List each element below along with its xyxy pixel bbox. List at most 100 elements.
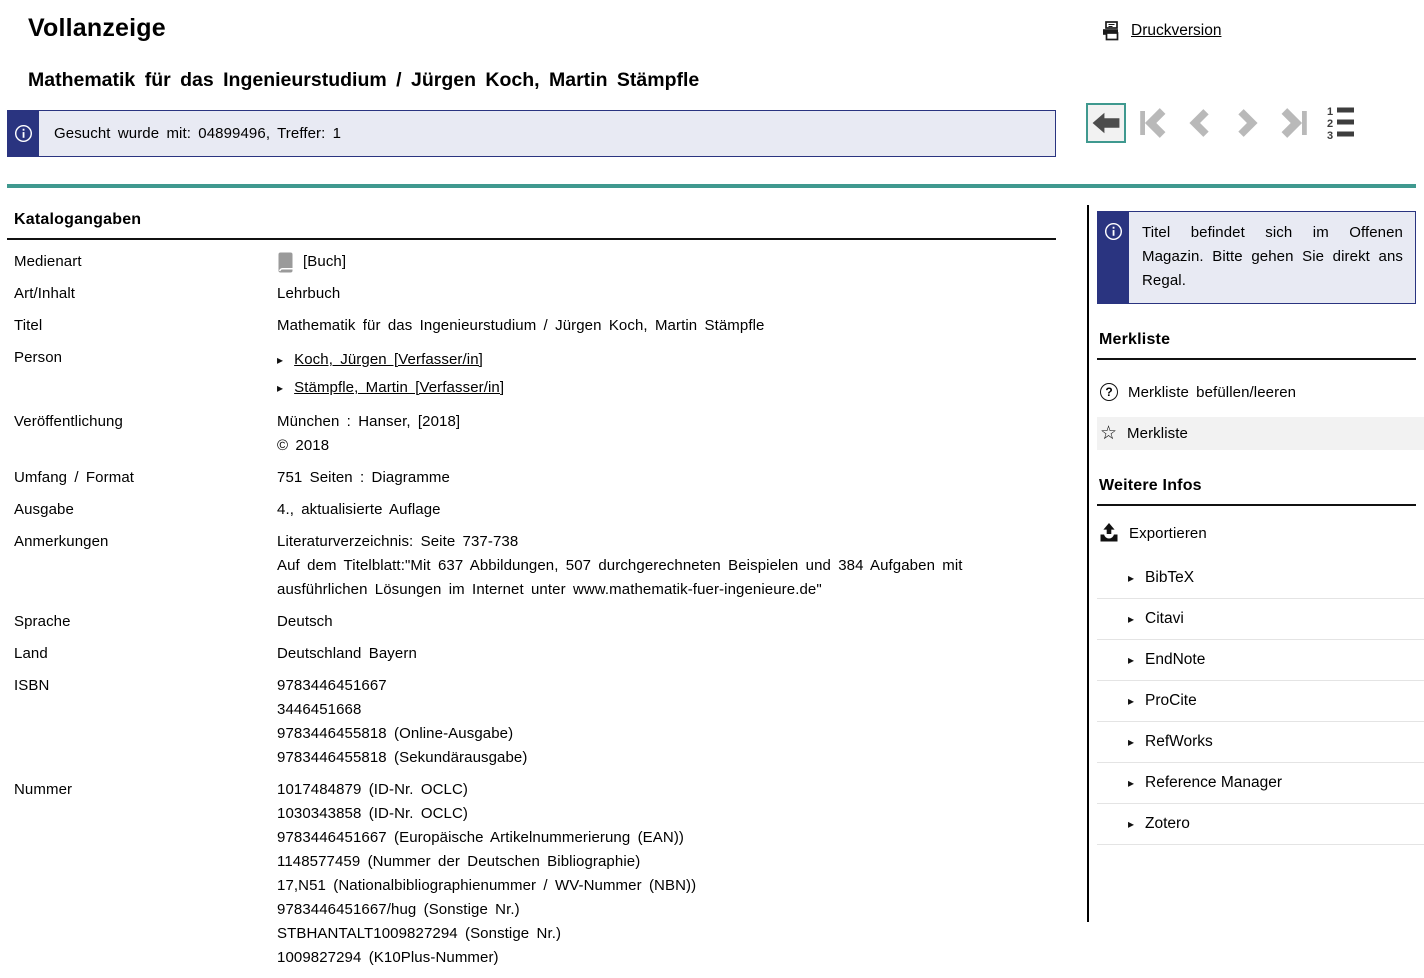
value-text: Literaturverzeichnis: Seite 737-738 xyxy=(277,533,518,550)
catalog-row: Umfang / Format751 Seiten : Diagramme xyxy=(14,466,1056,490)
export-item-label: Citavi xyxy=(1145,610,1184,628)
first-page-icon xyxy=(1137,106,1169,140)
value-text: 17,N51 (Nationalbibliographienummer / WV… xyxy=(277,877,696,894)
field-value: ▸ Koch, Jürgen [Verfasser/in] ▸ Stämpfle, M… xyxy=(277,346,1056,402)
notice-stripe xyxy=(8,111,39,156)
field-value: 9783446451667 3446451668 9783446455818 (On… xyxy=(277,674,1056,770)
book-icon xyxy=(277,252,294,273)
field-label: Nummer xyxy=(14,778,277,970)
location-notice: Titel befindet sich im Offenen Magazin. … xyxy=(1097,211,1416,304)
export-item-procite[interactable]: ▸ProCite xyxy=(1097,681,1424,722)
record-navigation-toolbar: 1 2 3 xyxy=(1086,103,1361,143)
field-value: Literaturverzeichnis: Seite 737-738 Auf d… xyxy=(277,530,1056,602)
location-notice-text: Titel befindet sich im Offenen Magazin. … xyxy=(1129,212,1415,303)
catalog-rows: Medienart [Buch]Art/InhaltLehrbuchTitelM… xyxy=(7,240,1056,970)
previous-record-button[interactable] xyxy=(1180,103,1220,143)
triangle-bullet-icon: ▸ xyxy=(1128,653,1134,667)
catalog-row: SpracheDeutsch xyxy=(14,610,1056,634)
triangle-bullet-icon: ▸ xyxy=(277,346,283,374)
field-label: Veröffentlichung xyxy=(14,410,277,458)
svg-text:3: 3 xyxy=(1327,130,1333,141)
weitere-infos-heading: Weitere Infos xyxy=(1097,471,1416,506)
triangle-bullet-icon: ▸ xyxy=(1128,776,1134,790)
value-text: 9783446455818 (Sekundärausgabe) xyxy=(277,749,527,766)
field-label: Titel xyxy=(14,314,277,338)
value-text: 9783446455818 (Online-Ausgabe) xyxy=(277,725,513,742)
field-value: München : Hanser, [2018]© 2018 xyxy=(277,410,1056,458)
value-text: 3446451668 xyxy=(277,701,361,718)
field-label: Sprache xyxy=(14,610,277,634)
catalog-row: Nummer1017484879 (ID-Nr. OCLC)1030343858… xyxy=(14,778,1056,970)
value-text: Auf dem Titelblatt:"Mit 637 Abbildungen,… xyxy=(277,557,963,598)
export-item-label: BibTeX xyxy=(1145,569,1194,587)
export-button[interactable]: Exportieren xyxy=(1097,506,1416,551)
export-item-endnote[interactable]: ▸EndNote xyxy=(1097,640,1424,681)
field-label: Anmerkungen xyxy=(14,530,277,602)
catalog-heading: Katalogangaben xyxy=(7,205,1056,240)
export-item-refworks[interactable]: ▸ RefWorks xyxy=(1097,722,1424,763)
result-list-button[interactable]: 1 2 3 xyxy=(1321,103,1361,143)
merkliste-fill-empty-item[interactable]: ? Merkliste befüllen/leeren xyxy=(1097,373,1416,411)
field-label: Ausgabe xyxy=(14,498,277,522)
catalog-row: Ausgabe4., aktualisierte Auflage xyxy=(14,498,1056,522)
field-value: Mathematik für das Ingenieurstudium / Jü… xyxy=(277,314,1056,338)
catalog-row: VeröffentlichungMünchen : Hanser, [2018]… xyxy=(14,410,1056,458)
field-value: 1017484879 (ID-Nr. OCLC)1030343858 (ID-N… xyxy=(277,778,1056,970)
person-link[interactable]: Stämpfle, Martin [Verfasser/in] xyxy=(294,374,504,402)
field-value: Deutsch xyxy=(277,610,1056,634)
merkliste-item[interactable]: ☆ Merkliste xyxy=(1097,417,1424,450)
catalog-row: LandDeutschland Bayern xyxy=(14,642,1056,666)
value-text: 9783446451667/hug (Sonstige Nr.) xyxy=(277,901,520,918)
export-item-label: Zotero xyxy=(1145,815,1190,833)
field-value: Deutschland Bayern xyxy=(277,642,1056,666)
catalog-row: TitelMathematik für das Ingenieurstudium… xyxy=(14,314,1056,338)
last-record-button[interactable] xyxy=(1274,103,1314,143)
first-record-button[interactable] xyxy=(1133,103,1173,143)
svg-text:1: 1 xyxy=(1327,106,1333,118)
export-icon xyxy=(1099,523,1119,543)
back-to-list-button[interactable] xyxy=(1086,103,1126,143)
field-label: Art/Inhalt xyxy=(14,282,277,306)
value-text: Mathematik für das Ingenieurstudium / Jü… xyxy=(277,317,764,334)
next-record-button[interactable] xyxy=(1227,103,1267,143)
chevron-right-icon xyxy=(1232,106,1262,140)
section-divider xyxy=(7,184,1416,188)
value-text: 1148577459 (Nummer der Deutschen Bibliog… xyxy=(277,853,640,870)
export-item-bibtex[interactable]: ▸BibTeX xyxy=(1097,558,1424,599)
printer-icon xyxy=(1101,21,1122,41)
field-value: 751 Seiten : Diagramme xyxy=(277,466,1056,490)
triangle-bullet-icon: ▸ xyxy=(1128,735,1134,749)
merkliste-fill-empty-label: Merkliste befüllen/leeren xyxy=(1128,384,1296,401)
value-text: 1030343858 (ID-Nr. OCLC) xyxy=(277,805,468,822)
value-text: Lehrbuch xyxy=(277,285,340,302)
notice-stripe xyxy=(1098,212,1129,303)
export-item-label: ProCite xyxy=(1145,692,1197,710)
value-text: STBHANTALT1009827294 (Sonstige Nr.) xyxy=(277,925,561,942)
value-text: 4., aktualisierte Auflage xyxy=(277,501,441,518)
catalog-section: Katalogangaben Medienart [Buch]Art/Inhal… xyxy=(7,205,1056,978)
record-title: Mathematik für das Ingenieurstudium / Jü… xyxy=(28,69,699,92)
triangle-bullet-icon: ▸ xyxy=(1128,817,1134,831)
export-item-label: RefWorks xyxy=(1145,733,1213,751)
sidebar: Titel befindet sich im Offenen Magazin. … xyxy=(1087,205,1424,922)
value-text: München : Hanser, [2018] xyxy=(277,413,460,430)
catalog-row: AnmerkungenLiteraturverzeichnis: Seite 7… xyxy=(14,530,1056,602)
export-item-zotero[interactable]: ▸ Zotero xyxy=(1097,804,1424,845)
value-text: 9783446451667 (Europäische Artikelnummer… xyxy=(277,829,684,846)
field-value: [Buch] xyxy=(277,250,1056,274)
person-link[interactable]: Koch, Jürgen [Verfasser/in] xyxy=(294,346,483,374)
print-version-link[interactable]: Druckversion xyxy=(1101,21,1221,41)
field-value: Lehrbuch xyxy=(277,282,1056,306)
print-version-label: Druckversion xyxy=(1131,22,1221,40)
field-value: 4., aktualisierte Auflage xyxy=(277,498,1056,522)
catalog-row: Art/InhaltLehrbuch xyxy=(14,282,1056,306)
merkliste-label: Merkliste xyxy=(1127,425,1188,442)
value-text: 9783446451667 xyxy=(277,677,387,694)
field-label: Umfang / Format xyxy=(14,466,277,490)
svg-text:2: 2 xyxy=(1327,118,1333,130)
value-text: [Buch] xyxy=(303,250,346,274)
export-item-citavi[interactable]: ▸Citavi xyxy=(1097,599,1424,640)
export-item-reference-manager[interactable]: ▸Reference Manager xyxy=(1097,763,1424,804)
triangle-bullet-icon: ▸ xyxy=(277,374,283,402)
export-label: Exportieren xyxy=(1129,525,1207,542)
